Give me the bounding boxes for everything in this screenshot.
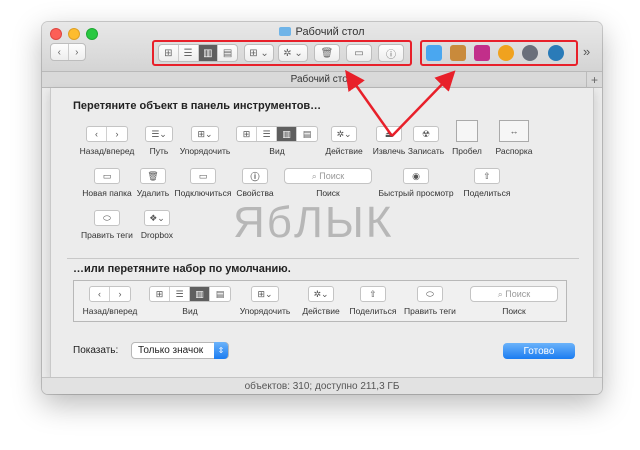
annotation-arrows bbox=[345, 69, 456, 137]
arrow-to-toolbar bbox=[345, 69, 394, 137]
arrow-to-apps bbox=[391, 70, 456, 137]
